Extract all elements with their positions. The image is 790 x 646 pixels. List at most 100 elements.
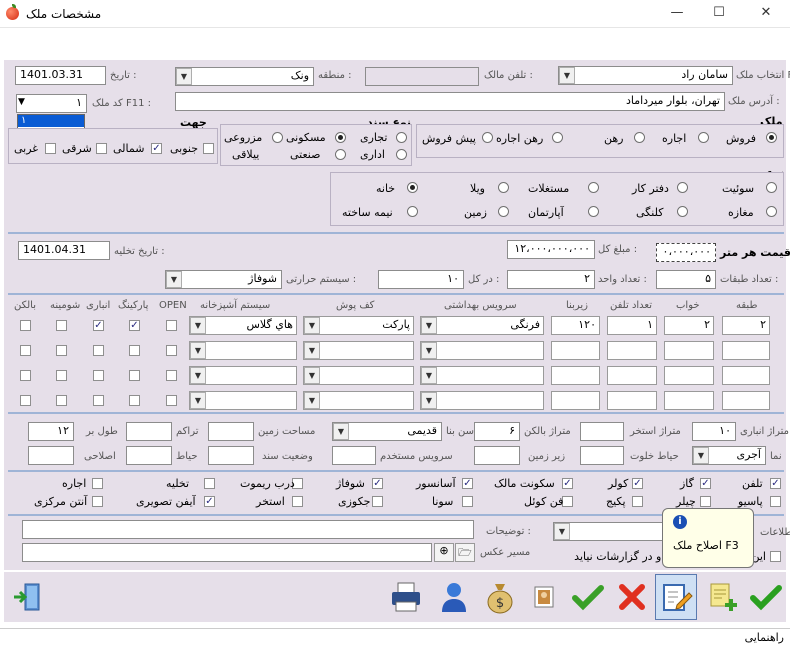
wc-cell[interactable]: فرنگی: [420, 316, 544, 335]
save-check-icon[interactable]: [746, 577, 786, 617]
fireplace-checkbox[interactable]: [56, 320, 67, 331]
phone-cell[interactable]: ۱: [607, 316, 657, 335]
code-option[interactable]: ۱: [18, 115, 84, 127]
zoom-icon[interactable]: ⊕: [434, 543, 454, 562]
wc-cell[interactable]: [420, 391, 544, 410]
total-price-field[interactable]: ۱۲،۰۰۰،۰۰۰،۰۰۰: [507, 240, 595, 259]
exclude-report-checkbox[interactable]: [770, 551, 781, 562]
industrial-radio[interactable]: [335, 149, 346, 160]
yard-field[interactable]: [580, 446, 624, 465]
photo-frame-icon[interactable]: [524, 577, 564, 617]
parking-checkbox[interactable]: [129, 345, 140, 356]
chevron-down-icon[interactable]: ▼: [166, 271, 182, 288]
address-field[interactable]: تهران، بلوار میرداماد: [175, 92, 725, 111]
chevron-down-icon[interactable]: ▼: [304, 342, 320, 359]
amenity-checkbox[interactable]: [292, 496, 303, 507]
balcony-checkbox[interactable]: [20, 320, 31, 331]
price-per-meter-field[interactable]: ۰،۰۰۰،۰۰۰: [656, 243, 716, 262]
parking-checkbox[interactable]: [129, 395, 140, 406]
edit-property-button[interactable]: [655, 574, 697, 620]
chevron-down-icon[interactable]: ▼: [190, 392, 206, 409]
amenity-checkbox[interactable]: [92, 478, 103, 489]
storage-checkbox[interactable]: [93, 370, 104, 381]
storage-checkbox[interactable]: [93, 395, 104, 406]
storage-checkbox[interactable]: ✓: [93, 320, 104, 331]
user-icon[interactable]: [434, 577, 474, 617]
owner-phone-field[interactable]: [365, 67, 479, 86]
chevron-down-icon[interactable]: ▼: [304, 367, 320, 384]
bedroom-cell[interactable]: ۲: [664, 316, 714, 335]
basement-field[interactable]: [474, 446, 520, 465]
amenity-checkbox[interactable]: [92, 496, 103, 507]
delete-x-icon[interactable]: [612, 577, 652, 617]
bedroom-cell[interactable]: [664, 366, 714, 385]
floor-cell[interactable]: [722, 341, 770, 360]
amenity-checkbox[interactable]: [462, 496, 473, 507]
phone-cell[interactable]: [607, 341, 657, 360]
close-button[interactable]: ✕: [755, 4, 777, 22]
property-select[interactable]: سامان راد: [558, 66, 733, 85]
chevron-down-icon[interactable]: ▼: [190, 317, 206, 334]
south-checkbox[interactable]: [203, 143, 214, 154]
fireplace-checkbox[interactable]: [56, 370, 67, 381]
amenity-checkbox[interactable]: ✓: [562, 478, 573, 489]
evacuation-date-field[interactable]: 1401.04.31: [18, 241, 110, 260]
amenity-checkbox[interactable]: ✓: [770, 478, 781, 489]
yard2-field[interactable]: [126, 446, 172, 465]
exit-door-icon[interactable]: [8, 577, 48, 617]
open-checkbox[interactable]: [166, 395, 177, 406]
area-cell[interactable]: [551, 341, 600, 360]
amenity-checkbox[interactable]: [562, 496, 573, 507]
parking-checkbox[interactable]: ✓: [129, 320, 140, 331]
per-floor-field[interactable]: ۱۰: [378, 270, 464, 289]
east-checkbox[interactable]: [96, 143, 107, 154]
units-field[interactable]: ۲: [507, 270, 595, 289]
chevron-down-icon[interactable]: ▼: [304, 392, 320, 409]
chevron-down-icon[interactable]: ▼: [421, 392, 437, 409]
floor-cell[interactable]: [722, 391, 770, 410]
balcony-checkbox[interactable]: [20, 370, 31, 381]
wc-cell[interactable]: [420, 366, 544, 385]
land-area-field[interactable]: [208, 422, 254, 441]
code-select[interactable]: ۱: [16, 94, 87, 113]
amenity-checkbox[interactable]: ✓: [462, 478, 473, 489]
chevron-down-icon[interactable]: ▼: [693, 447, 709, 464]
maximize-button[interactable]: ☐: [708, 4, 730, 22]
chevron-down-icon[interactable]: ▼: [304, 317, 320, 334]
balcony-area-field[interactable]: ۶: [474, 422, 520, 441]
amenity-checkbox[interactable]: ✓: [372, 478, 383, 489]
area-cell[interactable]: [551, 366, 600, 385]
pool-area-field[interactable]: [580, 422, 624, 441]
amenity-checkbox[interactable]: [372, 496, 383, 507]
confirm-check-icon[interactable]: [568, 577, 608, 617]
minimize-button[interactable]: —: [666, 4, 688, 22]
area-cell[interactable]: [551, 391, 600, 410]
bedroom-cell[interactable]: [664, 341, 714, 360]
open-checkbox[interactable]: [166, 370, 177, 381]
floor-cell[interactable]: ۲: [722, 316, 770, 335]
money-bag-icon[interactable]: $: [480, 577, 520, 617]
land-radio[interactable]: [498, 206, 509, 217]
wc-cell[interactable]: [420, 341, 544, 360]
floors-field[interactable]: ۵: [656, 270, 716, 289]
floor-cell[interactable]: [722, 366, 770, 385]
amenity-checkbox[interactable]: ✓: [204, 496, 215, 507]
region-select[interactable]: ونک: [175, 67, 314, 86]
photo-path-field[interactable]: [22, 543, 432, 562]
house-radio[interactable]: [407, 182, 418, 193]
chevron-down-icon[interactable]: ▼: [190, 367, 206, 384]
amenity-checkbox[interactable]: [204, 478, 215, 489]
bedroom-cell[interactable]: [664, 391, 714, 410]
commercial-radio[interactable]: [396, 132, 407, 143]
servant-field[interactable]: [332, 446, 376, 465]
storage-checkbox[interactable]: [93, 345, 104, 356]
amenity-checkbox[interactable]: ✓: [632, 478, 643, 489]
chevron-down-icon[interactable]: ▼: [421, 367, 437, 384]
heating-select[interactable]: شوفاژ: [165, 270, 282, 289]
presale-radio[interactable]: [482, 132, 493, 143]
fireplace-checkbox[interactable]: [56, 345, 67, 356]
chevron-down-icon[interactable]: ▼: [18, 97, 25, 107]
fireplace-checkbox[interactable]: [56, 395, 67, 406]
amenity-checkbox[interactable]: ✓: [700, 478, 711, 489]
amenity-checkbox[interactable]: [632, 496, 643, 507]
